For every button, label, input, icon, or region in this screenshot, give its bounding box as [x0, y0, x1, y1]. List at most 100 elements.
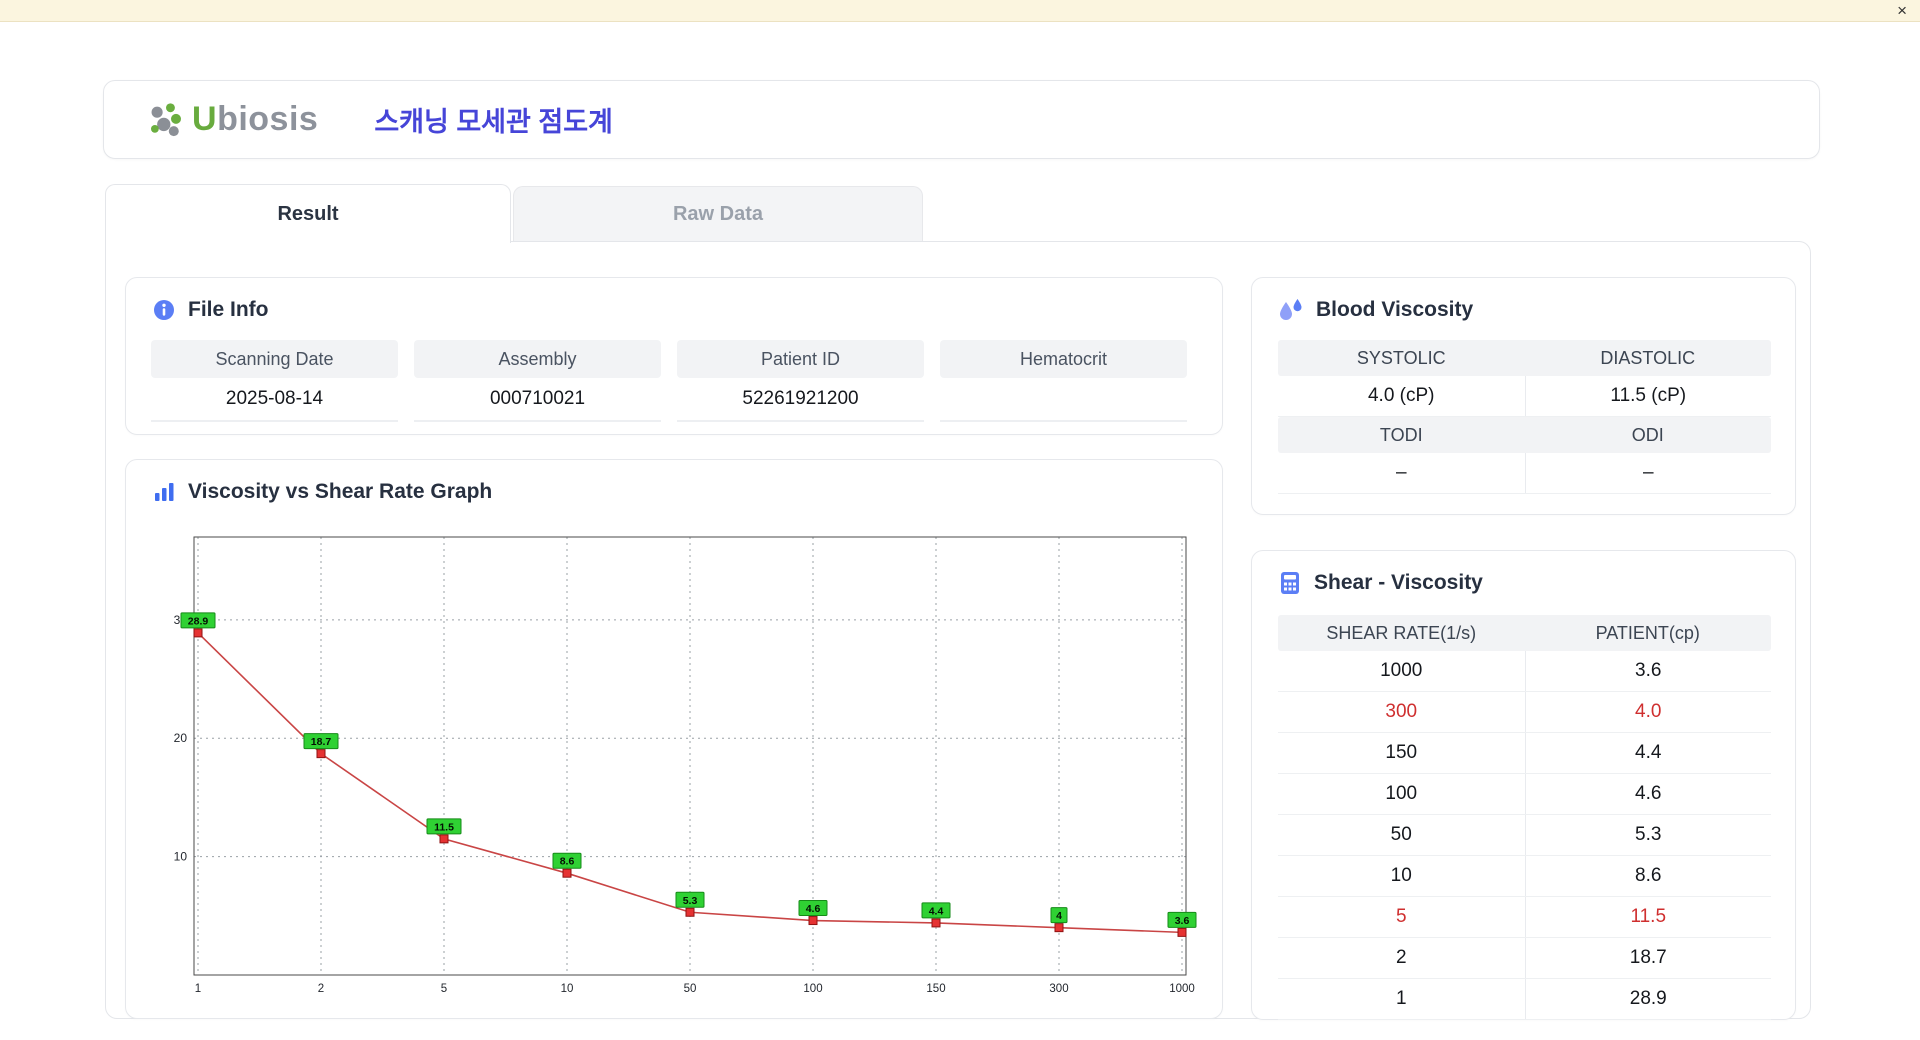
logo-dots-icon: [151, 102, 181, 136]
shear-viscosity-title: Shear - Viscosity: [1314, 571, 1483, 594]
sv-row-1: 300 4.0: [1278, 692, 1771, 733]
x-tick-label: 10: [561, 983, 574, 995]
field-label: Hematocrit: [940, 340, 1187, 378]
x-tick-label: 1000: [1169, 983, 1195, 995]
sv-patient-cell: 11.5: [1524, 897, 1772, 937]
x-tick-label: 5: [441, 983, 447, 995]
sv-patient-cell: 4.0: [1524, 692, 1772, 732]
sv-patient-cell: 5.3: [1524, 815, 1772, 855]
file-info-fields: Scanning Date 2025-08-14 Assembly 000710021…: [151, 340, 1187, 422]
close-icon[interactable]: ×: [1897, 0, 1907, 22]
file-info-title-row: File Info: [152, 298, 269, 322]
app-header: Ubiosis 스캐닝 모세관 점도계: [103, 80, 1820, 159]
data-point-marker: [685, 907, 695, 917]
data-point-label: 4: [1056, 910, 1062, 922]
y-tick-label: 20: [174, 731, 188, 745]
data-point-marker: [1054, 923, 1064, 933]
sv-row-3: 100 4.6: [1278, 774, 1771, 815]
logo-text: Ubiosis: [192, 100, 319, 138]
result-panel: File Info Scanning Date 2025-08-14 Assembl…: [105, 241, 1811, 1020]
bar-chart-icon: [155, 483, 174, 501]
droplets-icon: [1280, 299, 1302, 320]
file-info-field-3: Hematocrit: [940, 340, 1187, 422]
data-point-marker: [562, 868, 572, 878]
tab-raw-data[interactable]: Raw Data: [513, 186, 923, 241]
field-value: 000710021: [414, 378, 661, 422]
sv-shear-cell: 2: [1395, 947, 1407, 968]
info-icon: [154, 300, 174, 320]
blood-viscosity-card: Blood Viscosity SYSTOLIC DIASTOLIC 4.0 (cP…: [1251, 277, 1796, 515]
sv-patient-cell: 4.6: [1524, 774, 1772, 814]
sv-header-cell: SHEAR RATE(1/s): [1326, 622, 1477, 643]
field-label: Scanning Date: [151, 340, 398, 378]
field-value: [940, 378, 1187, 422]
sv-row-5: 10 8.6: [1278, 856, 1771, 897]
data-point-marker: [931, 918, 941, 928]
bv-header-cell: ODI: [1631, 424, 1664, 445]
data-point-label: 8.6: [560, 856, 575, 868]
x-tick-label: 300: [1049, 983, 1068, 995]
sv-row-6: 5 11.5: [1278, 897, 1771, 938]
shear-viscosity-title-row: Shear - Viscosity: [1278, 571, 1483, 595]
sv-row-8: 1 28.9: [1278, 979, 1771, 1020]
sv-patient-cell: 4.4: [1524, 733, 1772, 773]
ubiosis-logo: Ubiosis: [146, 100, 318, 140]
bv-value-row-1: – –: [1278, 453, 1771, 494]
series-line: [197, 632, 1183, 934]
sv-row-7: 2 18.7: [1278, 938, 1771, 979]
sv-shear-cell: 300: [1385, 701, 1418, 722]
sv-header-row: SHEAR RATE(1/s) PATIENT(cp): [1278, 615, 1771, 651]
data-point-marker: [1177, 927, 1187, 937]
file-info-field-0: Scanning Date 2025-08-14: [151, 340, 398, 422]
sv-shear-cell: 10: [1390, 865, 1412, 886]
field-value: 2025-08-14: [151, 378, 398, 422]
data-point-marker: [808, 916, 818, 926]
file-info-field-1: Assembly 000710021: [414, 340, 661, 422]
sv-patient-cell: 18.7: [1524, 938, 1772, 978]
sv-row-0: 1000 3.6: [1278, 651, 1771, 692]
sv-patient-cell: 8.6: [1524, 856, 1772, 896]
bv-value-cell: –: [1395, 462, 1407, 483]
sv-shear-cell: 1000: [1380, 660, 1423, 681]
bv-header-cell: TODI: [1379, 424, 1423, 445]
file-info-card: File Info Scanning Date 2025-08-14 Assembl…: [125, 277, 1223, 435]
calculator-icon: [1281, 572, 1299, 594]
blood-viscosity-table: SYSTOLIC DIASTOLIC 4.0 (cP) 11.5 (cP) TODI OD…: [1278, 340, 1771, 494]
sv-patient-cell: 3.6: [1524, 651, 1772, 691]
bv-value-cell: 11.5 (cP): [1524, 376, 1772, 416]
sv-shear-cell: 50: [1390, 824, 1412, 845]
shear-viscosity-table: SHEAR RATE(1/s) PATIENT(cp) 1000 3.6 300 4.0 1…: [1278, 615, 1771, 1020]
data-point-label: 11.5: [434, 821, 454, 833]
tab-result[interactable]: Result: [105, 184, 511, 243]
graph-title: Viscosity vs Shear Rate Graph: [188, 480, 493, 503]
sv-patient-cell: 28.9: [1524, 979, 1772, 1019]
shear-viscosity-card: Shear - Viscosity SHEAR RATE(1/s) PATIENT…: [1251, 550, 1796, 1020]
bv-header-row-1: TODI ODI: [1278, 417, 1771, 453]
x-tick-label: 100: [803, 983, 822, 995]
x-tick-label: 50: [684, 983, 697, 995]
y-tick-label: 10: [174, 850, 188, 864]
bv-value-cell: 4.0 (cP): [1367, 385, 1435, 406]
blood-viscosity-title-row: Blood Viscosity: [1278, 298, 1473, 322]
data-point-label: 18.7: [311, 736, 332, 748]
data-point-label: 28.9: [188, 615, 209, 627]
bv-header-row-0: SYSTOLIC DIASTOLIC: [1278, 340, 1771, 376]
data-point-marker: [439, 834, 449, 844]
field-label: Assembly: [414, 340, 661, 378]
data-point-marker: [193, 628, 203, 638]
sv-shear-cell: 1: [1395, 988, 1407, 1009]
field-label: Patient ID: [677, 340, 924, 378]
bv-header-cell: SYSTOLIC: [1356, 347, 1446, 368]
sv-row-4: 50 5.3: [1278, 815, 1771, 856]
x-tick-label: 1: [195, 983, 201, 995]
sv-row-2: 150 4.4: [1278, 733, 1771, 774]
file-info-title: File Info: [188, 298, 269, 321]
sv-shear-cell: 150: [1385, 742, 1418, 763]
sv-shear-cell: 100: [1385, 783, 1418, 804]
x-tick-label: 150: [926, 983, 945, 995]
graph-title-row: Viscosity vs Shear Rate Graph: [152, 480, 492, 504]
x-tick-label: 2: [318, 983, 324, 995]
file-info-field-2: Patient ID 52261921200: [677, 340, 924, 422]
app-window: × Ubiosis 스캐닝 모세관 점도계 Result Raw Data Fi…: [0, 0, 1920, 1040]
data-point-label: 4.6: [806, 903, 821, 915]
